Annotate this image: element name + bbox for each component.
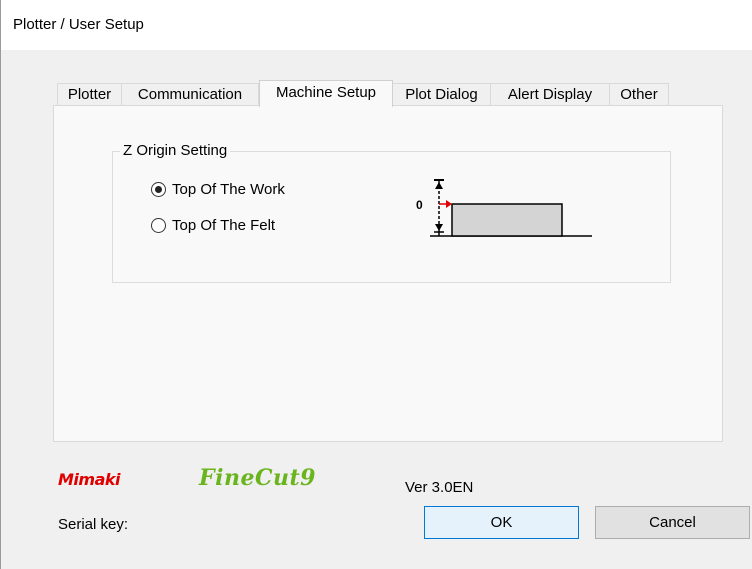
tab-plot-dialog[interactable]: Plot Dialog [392,83,491,106]
window-title: Plotter / User Setup [13,16,144,33]
tab-alert-display[interactable]: Alert Display [490,83,610,106]
tab-machine-setup[interactable]: Machine Setup [259,80,393,107]
finecut-logo: FineCut9 [199,465,316,491]
z-origin-diagram: 0 [416,179,592,237]
diagram-zero-label: 0 [416,198,423,212]
mimaki-logo: Mimaki [58,470,121,489]
version-label: Ver 3.0EN [405,479,474,496]
setup-dialog: Plotter / User Setup Plotter Communicati… [0,0,752,569]
radio-top-of-felt-label: Top Of The Felt [172,217,276,234]
serial-key-label: Serial key: [58,516,129,533]
title-bar: Plotter / User Setup [1,0,752,50]
cancel-button[interactable]: Cancel [595,506,750,539]
tab-communication[interactable]: Communication [121,83,259,106]
z-origin-legend: Z Origin Setting [120,142,231,159]
ok-button[interactable]: OK [424,506,579,539]
tab-other[interactable]: Other [609,83,669,106]
radio-top-of-work[interactable]: Top Of The Work [151,181,285,198]
radio-checked-indicator[interactable] [151,182,166,197]
radio-top-of-felt[interactable]: Top Of The Felt [151,217,275,234]
radio-unchecked-indicator[interactable] [151,218,166,233]
z-origin-groupbox: Z Origin Setting Top Of The Work Top Of … [112,142,671,283]
tab-plotter[interactable]: Plotter [57,83,122,106]
machine-setup-panel: Z Origin Setting Top Of The Work Top Of … [53,105,723,442]
radio-top-of-work-label: Top Of The Work [172,181,285,198]
